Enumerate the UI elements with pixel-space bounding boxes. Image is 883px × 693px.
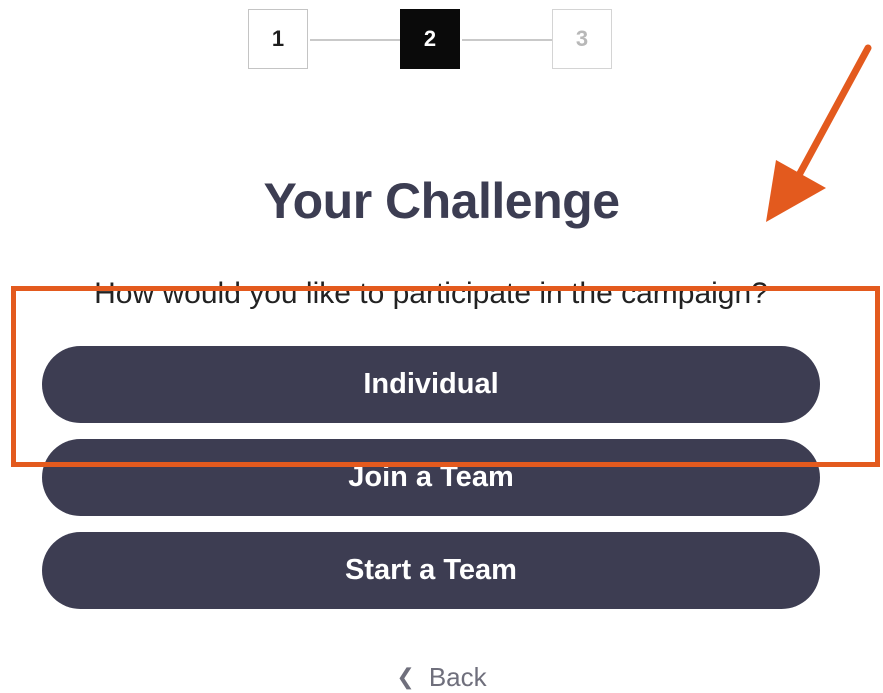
step-2-active: 2 [400, 9, 460, 69]
back-label: Back [428, 662, 487, 692]
stepper-connector [310, 39, 400, 41]
join-team-button[interactable]: Join a Team [42, 439, 820, 516]
step-3: 3 [552, 9, 612, 69]
participation-question: How would you like to participate in the… [94, 277, 768, 310]
start-team-button[interactable]: Start a Team [42, 532, 820, 609]
back-link[interactable]: ❮ Back [0, 662, 883, 693]
chevron-left-icon: ❮ [396, 664, 415, 689]
individual-button[interactable]: Individual [42, 346, 820, 423]
progress-stepper: 1 2 3 [248, 9, 614, 71]
page-title: Your Challenge [263, 173, 620, 229]
stepper-connector [462, 39, 552, 41]
step-1[interactable]: 1 [248, 9, 308, 69]
